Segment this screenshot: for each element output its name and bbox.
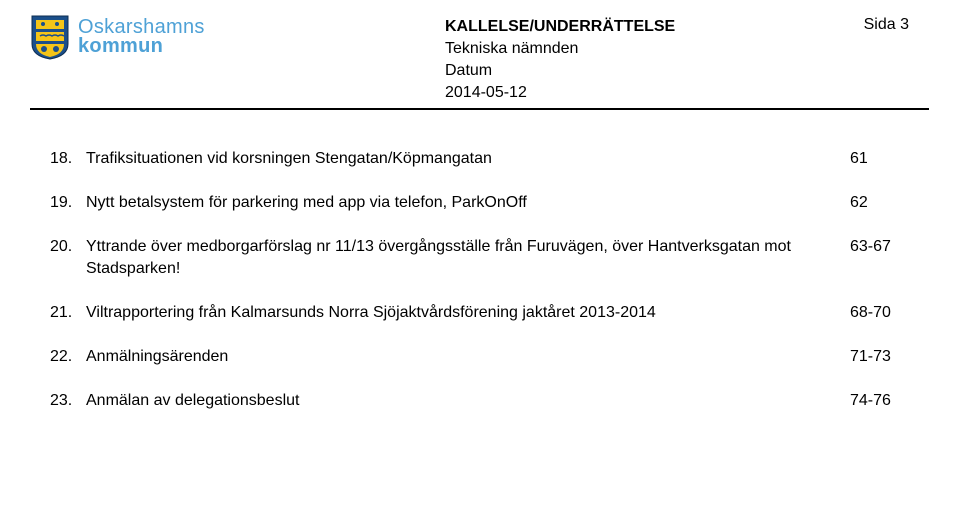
item-text: Anmälningsärenden — [86, 346, 850, 368]
list-item: 18. Trafiksituationen vid korsningen Ste… — [50, 148, 910, 170]
item-text: Trafiksituationen vid korsningen Stengat… — [86, 148, 850, 170]
list-item: 20. Yttrande över medborgarförslag nr 11… — [50, 236, 910, 280]
list-item: 21. Viltrapportering från Kalmarsunds No… — [50, 302, 910, 324]
item-number: 20. — [50, 236, 86, 280]
item-number: 23. — [50, 390, 86, 412]
date-label: Datum — [445, 60, 675, 82]
list-item: 22. Anmälningsärenden 71-73 — [50, 346, 910, 368]
item-text: Nytt betalsystem för parkering med app v… — [86, 192, 850, 214]
item-text: Anmälan av delegationsbeslut — [86, 390, 850, 412]
item-page: 74-76 — [850, 390, 910, 412]
header-center: KALLELSE/UNDERRÄTTELSE Tekniska nämnden … — [445, 16, 675, 104]
item-page: 71-73 — [850, 346, 910, 368]
header: Oskarshamns kommun KALLELSE/UNDERRÄTTELS… — [30, 14, 929, 109]
page-number: Sida 3 — [864, 16, 909, 34]
item-number: 18. — [50, 148, 86, 170]
shield-icon — [30, 14, 70, 60]
org-name: Oskarshamns kommun — [78, 16, 205, 58]
doc-title: KALLELSE/UNDERRÄTTELSE — [445, 16, 675, 38]
list-item: 19. Nytt betalsystem för parkering med a… — [50, 192, 910, 214]
item-page: 63-67 — [850, 236, 910, 280]
date-value: 2014-05-12 — [445, 82, 675, 104]
item-text: Viltrapportering från Kalmarsunds Norra … — [86, 302, 850, 324]
item-number: 21. — [50, 302, 86, 324]
org-logo-block: Oskarshamns kommun — [30, 14, 205, 60]
committee-name: Tekniska nämnden — [445, 38, 675, 60]
page: Oskarshamns kommun KALLELSE/UNDERRÄTTELS… — [0, 0, 959, 517]
item-number: 22. — [50, 346, 86, 368]
item-page: 68-70 — [850, 302, 910, 324]
item-page: 62 — [850, 192, 910, 214]
list-item: 23. Anmälan av delegationsbeslut 74-76 — [50, 390, 910, 412]
item-text: Yttrande över medborgarförslag nr 11/13 … — [86, 236, 850, 280]
header-divider — [30, 108, 929, 110]
item-number: 19. — [50, 192, 86, 214]
agenda-list: 18. Trafiksituationen vid korsningen Ste… — [50, 148, 910, 434]
item-page: 61 — [850, 148, 910, 170]
